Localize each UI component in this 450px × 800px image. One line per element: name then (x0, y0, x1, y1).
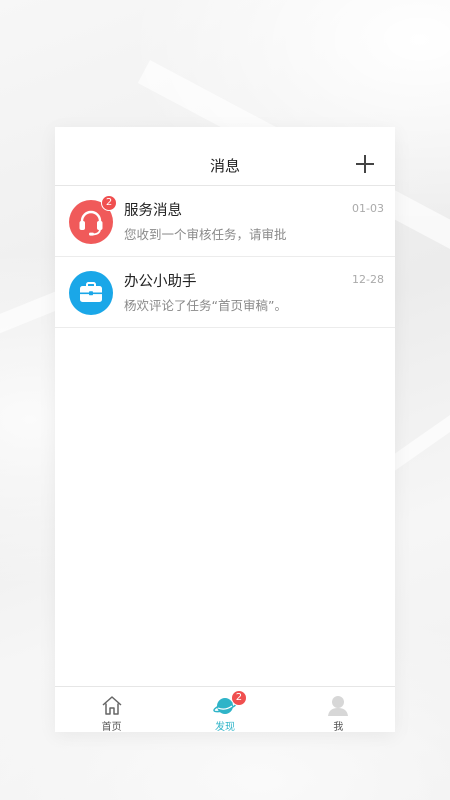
page-title: 消息 (209, 157, 240, 175)
tab-discover[interactable]: 2 发现 (168, 687, 281, 732)
tab-label: 发现 (214, 722, 235, 732)
message-list: 2 服务消息 您收到一个审核任务，请审批 01-03 办公小助手 杨欢评论了任务… (55, 186, 395, 328)
message-time: 01-03 (352, 202, 384, 215)
assistant-avatar (69, 271, 113, 315)
user-icon (328, 696, 349, 716)
plus-icon[interactable] (355, 154, 375, 174)
message-item-assistant[interactable]: 办公小助手 杨欢评论了任务“首页审稿”。 12-28 (55, 257, 395, 328)
tab-bar: 首页 2 发现 我 (55, 686, 395, 732)
service-avatar: 2 (69, 195, 117, 244)
message-sender: 服务消息 (124, 203, 182, 219)
message-preview: 杨欢评论了任务“首页审稿”。 (124, 298, 287, 313)
app-window: 消息 2 服务消息 您收到一个审核任务，请审批 01-03 办公小助手 杨欢评论… (55, 127, 395, 732)
tab-me[interactable]: 我 (282, 687, 395, 732)
navigation-bar: 消息 (55, 127, 395, 186)
message-time: 12-28 (352, 273, 384, 286)
message-sender: 办公小助手 (124, 274, 197, 290)
message-preview: 您收到一个审核任务，请审批 (124, 227, 287, 242)
tab-badge: 2 (230, 690, 247, 706)
tab-label: 我 (333, 722, 344, 732)
home-icon (102, 696, 122, 715)
unread-badge: 2 (101, 195, 117, 211)
message-item-service[interactable]: 2 服务消息 您收到一个审核任务，请审批 01-03 (55, 186, 395, 257)
tab-home[interactable]: 首页 (55, 687, 168, 732)
tab-label: 首页 (101, 722, 122, 732)
briefcase-icon (80, 282, 102, 302)
